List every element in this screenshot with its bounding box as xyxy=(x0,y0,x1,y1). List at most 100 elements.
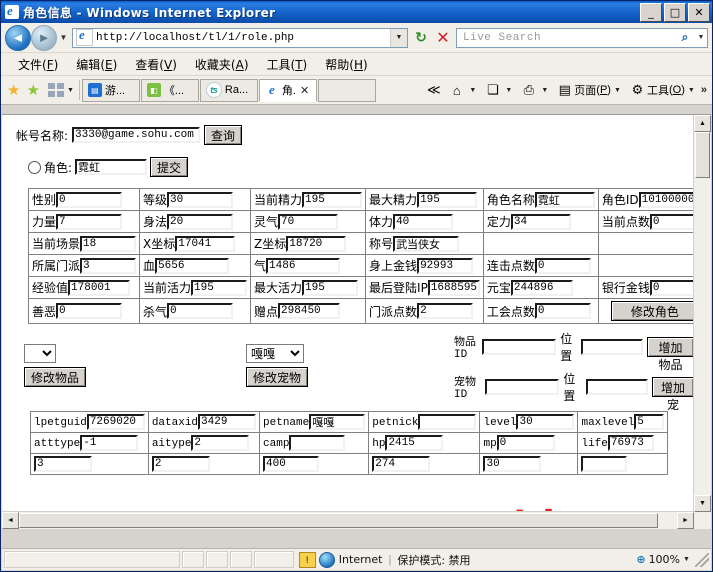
tab-list-caret-icon[interactable]: ▼ xyxy=(64,87,77,94)
search-icon[interactable]: ⌕ xyxy=(675,30,695,45)
back-button[interactable]: ◄ xyxy=(5,24,31,51)
zoom-caret-icon[interactable]: ▼ xyxy=(680,556,693,563)
field-input-r3c5[interactable] xyxy=(483,456,542,472)
field-input-money[interactable] xyxy=(417,257,474,274)
field-input-pet-mp[interactable] xyxy=(496,435,555,451)
field-input-combo-points[interactable] xyxy=(534,257,591,274)
field-input-r3c6[interactable] xyxy=(581,456,628,472)
field-input-concentration[interactable] xyxy=(510,213,571,230)
field-input-max-vitality[interactable] xyxy=(302,279,359,296)
horizontal-scrollbar[interactable]: ◄ ► xyxy=(2,511,694,529)
field-input-spirit[interactable] xyxy=(278,213,339,230)
favorites-center-icon[interactable]: ★ xyxy=(7,83,20,98)
menu-item-edit[interactable]: 编辑(E) xyxy=(67,54,126,75)
field-input-r3c3[interactable] xyxy=(263,456,320,472)
tab-role-info[interactable]: e 角. ✕ xyxy=(258,78,317,102)
add-pet-button[interactable]: 增加宠 xyxy=(652,377,694,412)
field-input-guild-points[interactable] xyxy=(534,303,591,319)
query-button[interactable]: 查询 xyxy=(204,125,243,145)
tab-ra[interactable]: ʦ Ra... xyxy=(199,78,258,102)
tab-new[interactable] xyxy=(317,78,376,102)
pet-position-input[interactable] xyxy=(586,379,649,395)
security-shield-icon[interactable]: ! xyxy=(298,551,316,568)
command-page[interactable]: ▤ 页面 (P) ▼ xyxy=(553,81,626,100)
item-position-input[interactable] xyxy=(580,339,643,355)
horizontal-scroll-thumb[interactable] xyxy=(19,513,658,528)
pet-select[interactable]: 嘎嘎 xyxy=(246,344,304,363)
command-print[interactable]: ⎙ ▼ xyxy=(517,81,553,100)
field-input-strength[interactable] xyxy=(56,213,123,230)
field-input-x-coord[interactable] xyxy=(175,235,236,252)
role-radio[interactable] xyxy=(28,160,41,174)
field-input-aitype[interactable] xyxy=(191,435,250,451)
field-input-max-energy[interactable] xyxy=(417,191,478,208)
url-text[interactable]: http://localhost/tl/1/role.php xyxy=(96,32,390,44)
field-input-petname[interactable] xyxy=(309,414,366,430)
field-input-dataxid[interactable] xyxy=(198,414,257,430)
forward-button[interactable]: ► xyxy=(31,24,57,51)
vertical-scroll-thumb[interactable] xyxy=(695,132,710,178)
field-input-role-id[interactable] xyxy=(638,191,694,208)
field-input-bank-money[interactable] xyxy=(649,279,694,296)
search-box[interactable]: Live Search ⌕ ▼ xyxy=(456,27,708,48)
scroll-right-button[interactable]: ► xyxy=(677,512,694,529)
command-home[interactable]: ⌂ ▼ xyxy=(445,81,481,100)
submit-button[interactable]: 提交 xyxy=(150,157,189,177)
menu-item-help[interactable]: 帮助(H) xyxy=(316,54,376,75)
field-input-last-login-ip[interactable] xyxy=(427,279,480,296)
command-feeds-dim[interactable]: ≪ xyxy=(422,81,445,100)
field-input-stamina[interactable] xyxy=(393,213,454,230)
account-input[interactable] xyxy=(72,127,201,143)
modify-item-button[interactable]: 修改物品 xyxy=(24,367,87,387)
scroll-up-button[interactable]: ▲ xyxy=(694,115,711,132)
role-input[interactable] xyxy=(75,159,148,175)
minimize-button[interactable]: _ xyxy=(640,2,662,22)
field-input-maxlevel[interactable] xyxy=(634,414,665,430)
modify-role-button[interactable]: 修改角色 xyxy=(610,301,694,321)
field-input-yuanbao[interactable] xyxy=(510,279,573,296)
close-icon[interactable]: ✕ xyxy=(300,84,309,97)
field-input-petnick[interactable] xyxy=(418,414,477,430)
field-input-r3c2[interactable] xyxy=(151,456,210,472)
modify-pet-button[interactable]: 修改宠物 xyxy=(246,367,309,387)
field-input-life[interactable] xyxy=(607,435,654,451)
menu-item-view[interactable]: 查看(V) xyxy=(126,54,186,75)
chevron-down-icon[interactable]: ▼ xyxy=(466,87,479,94)
field-input-experience[interactable] xyxy=(68,279,131,296)
scroll-down-button[interactable]: ▼ xyxy=(694,495,711,512)
history-dropdown-icon[interactable]: ▼ xyxy=(57,33,70,42)
field-input-lpetguid[interactable] xyxy=(86,414,145,430)
field-input-killing-intent[interactable] xyxy=(167,303,234,319)
field-input-title[interactable] xyxy=(393,235,460,252)
stop-icon[interactable]: ✕ xyxy=(432,27,454,49)
menu-item-tools[interactable]: 工具(T) xyxy=(258,54,317,75)
tab-book[interactable]: ◧ 《... xyxy=(140,78,199,102)
field-input-pet-level[interactable] xyxy=(516,414,575,430)
field-input-current-energy[interactable] xyxy=(302,191,363,208)
menu-item-file[interactable]: 文件(F) xyxy=(9,54,67,75)
zoom-plus-icon[interactable]: ⊕ xyxy=(636,553,645,566)
field-input-r3c1[interactable] xyxy=(34,456,92,472)
search-input[interactable]: Live Search xyxy=(457,32,675,44)
close-button[interactable]: ✕ xyxy=(688,2,710,22)
field-input-camp[interactable] xyxy=(289,435,346,451)
item-select[interactable] xyxy=(24,344,56,363)
field-input-bonus-points[interactable] xyxy=(278,303,341,319)
maximize-button[interactable]: □ xyxy=(664,2,686,22)
add-to-favorites-icon[interactable]: ★ xyxy=(26,83,39,98)
field-input-r3c4[interactable] xyxy=(372,456,431,472)
add-item-button[interactable]: 增加物品 xyxy=(646,337,694,372)
chevron-down-icon[interactable]: ▼ xyxy=(611,87,624,94)
field-input-qi[interactable] xyxy=(266,257,341,274)
field-input-z-coord[interactable] xyxy=(286,235,347,252)
field-input-faction-points[interactable] xyxy=(417,303,474,319)
chevron-down-icon[interactable]: ▼ xyxy=(538,87,551,94)
menu-item-favorites[interactable]: 收藏夹(A) xyxy=(186,54,258,75)
quick-tabs-icon[interactable] xyxy=(47,83,64,97)
field-input-karma[interactable] xyxy=(56,303,123,319)
search-provider-caret-icon[interactable]: ▼ xyxy=(695,34,707,41)
refresh-icon[interactable]: ↻ xyxy=(410,27,432,49)
field-input-hp[interactable] xyxy=(155,257,230,274)
toolbar-overflow-icon[interactable]: » xyxy=(701,84,707,96)
command-feeds[interactable]: ❏ ▼ xyxy=(481,81,517,100)
